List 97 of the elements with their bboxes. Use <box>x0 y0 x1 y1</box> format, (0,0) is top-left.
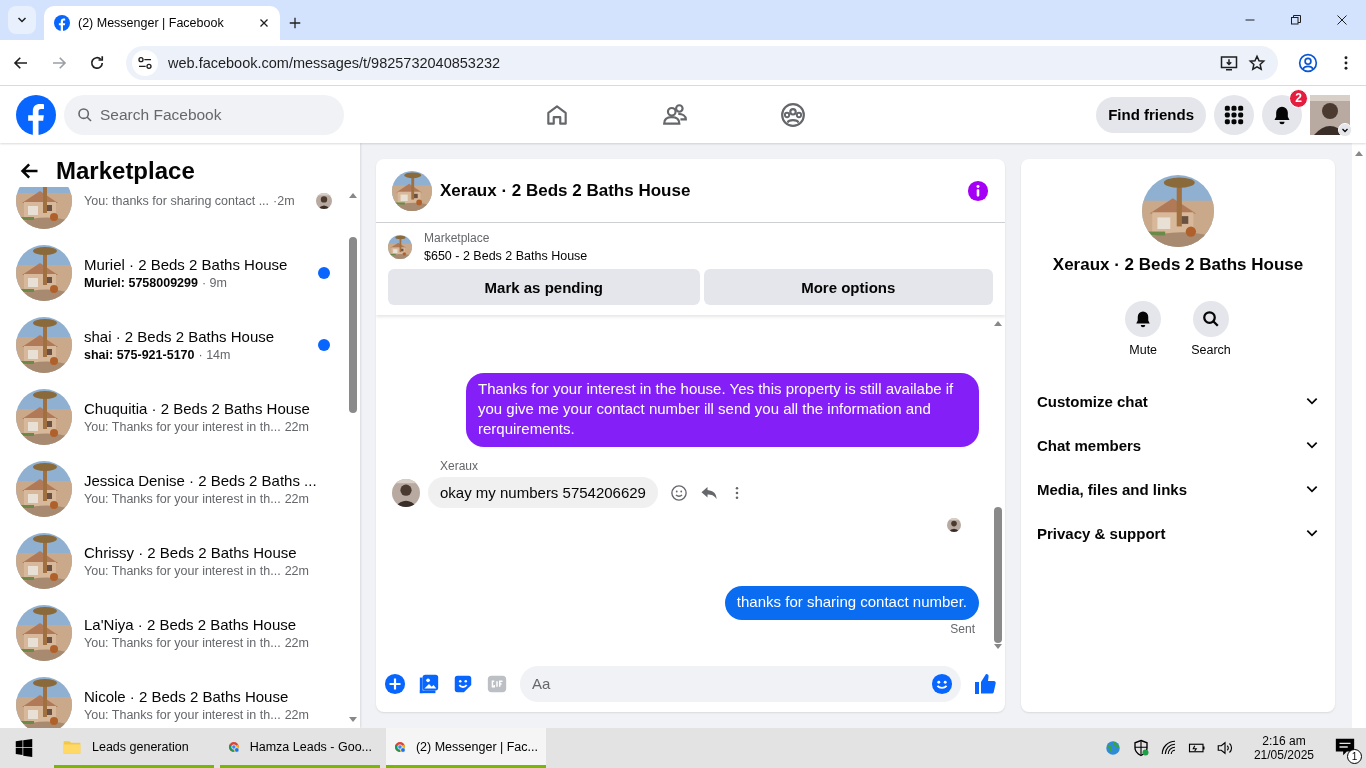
message-time: 22m <box>284 420 309 434</box>
new-tab-icon[interactable] <box>288 16 302 30</box>
conversation-title: Muriel · 2 Beds 2 Baths House <box>84 256 289 273</box>
scroll-down-icon[interactable] <box>348 716 358 724</box>
info-icon[interactable] <box>967 179 989 202</box>
star-icon[interactable] <box>1248 53 1266 72</box>
scrollbar-track[interactable] <box>1352 143 1366 728</box>
taskbar-app[interactable]: Leads generation <box>54 728 214 768</box>
taskbar-app[interactable]: (2) Messenger | Fac... <box>386 728 546 768</box>
conversation-title: Chrissy · 2 Beds 2 Baths House <box>84 544 298 561</box>
search-icon <box>1202 310 1220 328</box>
section-toggle[interactable]: Privacy & support <box>1037 511 1319 555</box>
close-icon[interactable] <box>1336 14 1348 26</box>
message-status: Sent <box>950 622 975 636</box>
conversation-item[interactable]: shai · 2 Beds 2 Baths House shai: 575-921-5170 · 14m <box>0 309 346 381</box>
message-bubble: okay my numbers 5754206629 <box>428 477 658 508</box>
shield-icon[interactable] <box>1131 739 1150 757</box>
listing-title: $650 - 2 Beds 2 Baths House <box>424 249 588 263</box>
message-time: · 9m <box>201 276 227 290</box>
message-preview: You: Thanks for your interest in th... <box>84 636 281 650</box>
message-preview: You: Thanks for your interest in th... <box>84 420 281 434</box>
conversation-title: Chuquitia · 2 Beds 2 Baths House <box>84 400 311 417</box>
emoji-icon[interactable] <box>931 672 953 695</box>
conversation-title: Jessica Denise · 2 Beds 2 Baths ... <box>84 472 318 489</box>
message-preview: You: thanks for sharing contact ... <box>84 194 270 208</box>
message-time: · 14m <box>198 348 231 362</box>
conversation-name: Xeraux · 2 Beds 2 Baths House <box>1052 255 1304 275</box>
conversation-title: La'Niya · 2 Beds 2 Baths House <box>84 616 298 633</box>
facebook-logo-icon <box>54 15 70 31</box>
conversation-item[interactable]: Chrissy · 2 Beds 2 Baths House You: Thanks for your interest in th... 22m <box>0 525 346 597</box>
close-icon[interactable] <box>258 17 270 29</box>
message-time: 22m <box>284 636 309 650</box>
message-preview: You: Thanks for your interest in th... <box>84 492 281 506</box>
clock-date[interactable]: 21/05/2025 <box>1253 748 1314 762</box>
notification-center-icon[interactable] <box>1334 736 1356 758</box>
install-icon[interactable] <box>1220 53 1238 72</box>
message-bubble: Thanks for your interest in the house. Yes this property is still availabe if you give me your contact number ill send you all the information and rerquirements. <box>466 373 979 447</box>
message-time: 22m <box>284 708 309 722</box>
section-toggle[interactable]: Media, files and links <box>1037 467 1319 511</box>
conversation-title: Nicole · 2 Beds 2 Baths House <box>84 688 290 705</box>
message-time: 22m <box>284 492 309 506</box>
friends-icon[interactable] <box>662 101 688 128</box>
volume-icon[interactable] <box>1215 739 1234 757</box>
message-preview: You: Thanks for your interest in th... <box>84 708 281 722</box>
more-options-button[interactable]: More options <box>703 269 993 305</box>
restore-icon[interactable] <box>1290 14 1302 26</box>
back-icon[interactable] <box>20 161 40 181</box>
clock-time[interactable]: 2:16 am <box>1262 734 1306 748</box>
message-field[interactable]: Aa <box>520 665 961 702</box>
notifications-button[interactable] <box>1262 94 1302 135</box>
thumbs-up-icon[interactable] <box>973 671 997 696</box>
message-preview: Muriel: 5758009299 <box>84 276 198 290</box>
mark-pending-button[interactable]: Mark as pending <box>388 269 700 305</box>
section-toggle[interactable]: Chat members <box>1037 423 1319 467</box>
address-bar[interactable]: web.facebook.com/messages/t/9825732040853232 <box>126 45 1278 80</box>
message-bubble: thanks for sharing contact number. <box>724 586 979 620</box>
menu-button[interactable] <box>1214 94 1254 135</box>
grid-icon <box>1224 104 1244 125</box>
network-globe-icon[interactable] <box>1103 739 1122 757</box>
sender-name: Xeraux <box>440 459 480 473</box>
profile-icon[interactable] <box>1298 52 1318 73</box>
search-field[interactable]: Search Facebook <box>64 94 344 135</box>
windows-start-icon[interactable] <box>15 739 33 757</box>
notification-badge: 2 <box>1289 88 1308 108</box>
conversation-title: shai · 2 Beds 2 Baths House <box>84 328 276 345</box>
scroll-up-icon[interactable] <box>1354 149 1364 157</box>
scrollbar-thumb[interactable] <box>349 237 357 413</box>
sidebar-title: Marketplace <box>56 157 195 185</box>
site-settings-icon[interactable] <box>137 54 153 71</box>
conversation-item[interactable]: La'Niya · 2 Beds 2 Baths House You: Thanks for your interest in th... 22m <box>0 597 346 669</box>
photo-icon[interactable] <box>418 672 440 695</box>
notification-count: 1 <box>1347 749 1362 764</box>
conversation-item[interactable]: Muriel · 2 Beds 2 Baths House Muriel: 5758009299 · 9m <box>0 237 346 309</box>
chat-title: Xeraux · 2 Beds 2 Baths House <box>440 180 692 201</box>
scroll-up-icon[interactable] <box>993 319 1003 327</box>
conversation-item[interactable]: Chuquitia · 2 Beds 2 Baths House You: Thanks for your interest in th... 22m <box>0 381 346 453</box>
conversation-item[interactable]: Jessica Denise · 2 Beds 2 Baths ... You: Thanks for your interest in th... 22m <box>0 453 346 525</box>
message-preview: You: Thanks for your interest in th... <box>84 564 281 578</box>
message-time: 22m <box>284 564 309 578</box>
plus-icon[interactable] <box>384 672 406 695</box>
groups-icon[interactable] <box>780 101 806 128</box>
bell-icon <box>1272 104 1292 125</box>
listing-source: Marketplace <box>424 231 491 245</box>
browser-tab[interactable]: (2) Messenger | Facebook <box>44 6 280 40</box>
facebook-logo-icon[interactable] <box>16 94 56 135</box>
reload-icon[interactable] <box>88 53 106 72</box>
conversation-item[interactable]: You: thanks for sharing contact ... ·2m <box>0 187 346 237</box>
find-friends-button[interactable]: Find friends <box>1096 96 1206 133</box>
wifi-icon[interactable] <box>1159 739 1178 757</box>
bell-icon <box>1134 310 1153 328</box>
scroll-up-icon[interactable] <box>348 191 358 199</box>
section-toggle[interactable]: Customize chat <box>1037 379 1319 423</box>
scrollbar-thumb[interactable] <box>994 507 1002 643</box>
taskbar-app[interactable]: Hamza Leads - Goo... <box>220 728 380 768</box>
emoji-icon[interactable] <box>669 483 688 502</box>
message-preview: shai: 575-921-5170 <box>84 348 195 362</box>
message-time: ·2m <box>273 194 295 208</box>
